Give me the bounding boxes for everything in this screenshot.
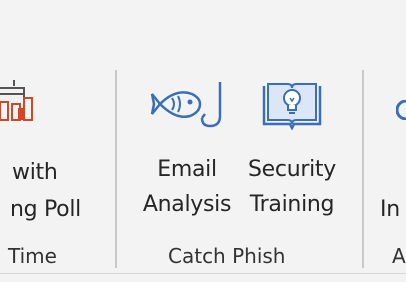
fish-icon (150, 80, 226, 130)
group-label-right: A (392, 244, 406, 268)
security-training-label-line2: Training (249, 192, 335, 217)
left-button-line1[interactable]: with (12, 155, 58, 190)
info-icon (395, 99, 406, 121)
group-separator (115, 70, 117, 268)
email-analysis-label-line2: Analysis (142, 192, 232, 217)
ribbon-top-band (0, 0, 406, 60)
security-training-label-line1: Security (248, 157, 336, 182)
left-button-line2[interactable]: ng Poll (10, 192, 81, 227)
email-analysis-label-line1: Email (157, 157, 217, 182)
group-separator (362, 70, 364, 268)
group-label-time: Time (8, 244, 57, 268)
right-button-label[interactable]: In (380, 192, 400, 227)
ribbon: with ng Poll Time Email Analysis Securit… (0, 0, 406, 282)
lightbulb-book-icon (260, 80, 324, 131)
calendar-poll-icon (0, 78, 42, 122)
ribbon-bottom-border (0, 273, 406, 274)
group-label-catch-phish: Catch Phish (168, 244, 286, 268)
